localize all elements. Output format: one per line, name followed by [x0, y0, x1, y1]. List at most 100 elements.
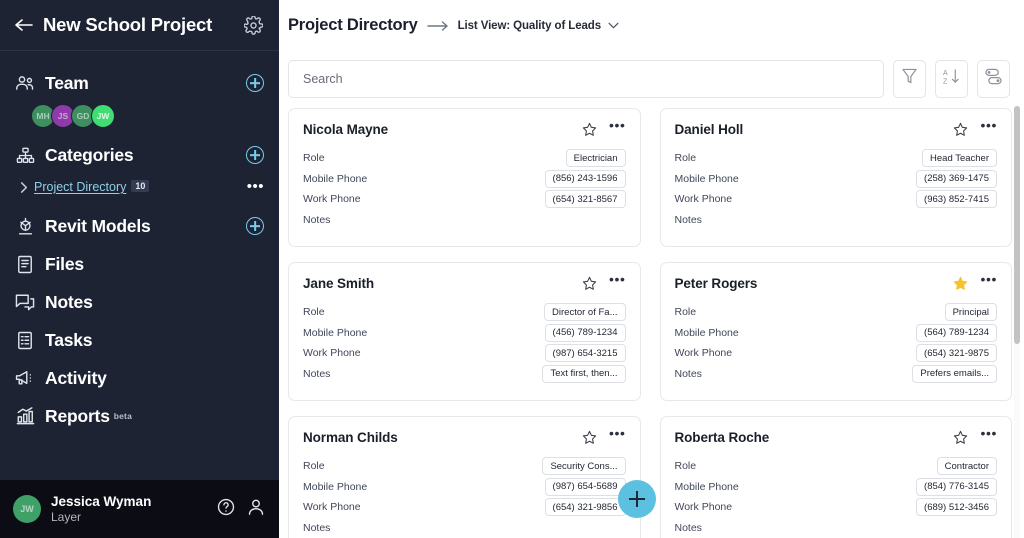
card-field: Role Electrician: [303, 148, 626, 169]
contact-card[interactable]: Nicola Mayne ••• Role Electrician Mobile…: [288, 108, 641, 247]
sidebar-item-reports[interactable]: Reports beta: [0, 397, 279, 435]
field-value[interactable]: (689) 512-3456: [916, 498, 997, 517]
sidebar-item-label: Notes: [45, 291, 93, 312]
add-category-button[interactable]: [246, 146, 264, 164]
field-value[interactable]: Electrician: [565, 149, 626, 168]
field-value[interactable]: Director of Fa...: [544, 303, 626, 322]
add-revit-model-button[interactable]: [246, 217, 264, 235]
current-user-info: Jessica Wyman Layer: [51, 494, 151, 525]
card-more-icon[interactable]: •••: [609, 118, 626, 132]
field-label: Role: [303, 306, 325, 319]
field-value[interactable]: (456) 789-1234: [544, 323, 626, 342]
chevron-down-icon[interactable]: [608, 22, 619, 29]
card-more-icon[interactable]: •••: [980, 426, 997, 440]
question-circle-icon[interactable]: [217, 498, 235, 521]
field-value[interactable]: Prefers emails...: [912, 364, 997, 383]
card-field: Role Security Cons...: [303, 456, 626, 477]
field-value[interactable]: (963) 852-7415: [916, 190, 997, 209]
field-value[interactable]: (258) 369-1475: [916, 169, 997, 188]
field-value[interactable]: Security Cons...: [542, 457, 626, 476]
arrow-right-icon: [426, 20, 449, 32]
sidebar-item-notes[interactable]: Notes: [0, 283, 279, 321]
sort-button[interactable]: AZ: [935, 59, 968, 98]
filter-button[interactable]: [893, 59, 926, 98]
arrow-left-icon[interactable]: [14, 15, 34, 35]
field-label: Work Phone: [303, 501, 361, 514]
field-value[interactable]: (654) 321-8567: [544, 190, 626, 209]
card-more-icon[interactable]: •••: [609, 426, 626, 440]
contact-card[interactable]: Peter Rogers ••• Role Principal Mobile P…: [659, 262, 1012, 401]
sidebar-item-label: Revit Models: [45, 215, 151, 236]
card-field: Notes: [303, 518, 626, 538]
funnel-icon: [902, 68, 917, 89]
cards-scroll-area[interactable]: Nicola Mayne ••• Role Electrician Mobile…: [279, 106, 1024, 538]
search-input[interactable]: [303, 71, 869, 86]
gear-icon[interactable]: [243, 14, 264, 35]
sidebar-header: New School Project: [0, 0, 279, 51]
category-link-label[interactable]: Project Directory: [34, 180, 126, 194]
footer-actions: [217, 498, 265, 521]
card-field: Notes Text first, then...: [303, 364, 626, 385]
scrollbar-thumb[interactable]: [1014, 106, 1020, 344]
display-settings-button[interactable]: [977, 59, 1010, 98]
file-icon: [14, 254, 36, 274]
list-view-label[interactable]: List View: Quality of Leads: [458, 20, 602, 32]
star-outline-icon[interactable]: [953, 430, 968, 445]
star-outline-icon[interactable]: [953, 122, 968, 137]
contact-card[interactable]: Jane Smith ••• Role Director of Fa... Mo…: [288, 262, 641, 401]
category-more-icon[interactable]: •••: [247, 179, 264, 194]
card-field: Work Phone (963) 852-7415: [675, 189, 997, 210]
field-value[interactable]: (564) 789-1234: [916, 323, 997, 342]
star-outline-icon[interactable]: [582, 122, 597, 137]
vertical-scrollbar[interactable]: [1014, 106, 1020, 538]
chevron-right-icon[interactable]: [20, 181, 34, 193]
star-outline-icon[interactable]: [582, 276, 597, 291]
sidebar-item-tasks[interactable]: Tasks: [0, 321, 279, 359]
contact-name: Nicola Mayne: [303, 122, 389, 137]
field-value[interactable]: Head Teacher: [922, 149, 997, 168]
search-field[interactable]: [288, 59, 884, 98]
star-filled-icon[interactable]: [953, 276, 968, 291]
add-contact-fab[interactable]: [618, 480, 656, 518]
field-value[interactable]: (987) 654-3215: [544, 344, 626, 363]
card-more-icon[interactable]: •••: [980, 272, 997, 286]
sidebar-item-categories[interactable]: Categories: [0, 136, 279, 174]
contact-name: Roberta Roche: [674, 430, 770, 445]
field-value[interactable]: Principal: [944, 303, 997, 322]
sidebar-item-files[interactable]: Files: [0, 245, 279, 283]
user-icon[interactable]: [247, 498, 265, 521]
sidebar-nav: Team MH JS GD JW Categories Project Dire…: [0, 51, 279, 480]
contact-card[interactable]: Daniel Holl ••• Role Head Teacher Mobile…: [659, 108, 1012, 247]
card-field: Notes: [303, 210, 626, 231]
contact-card[interactable]: Roberta Roche ••• Role Contractor Mobile…: [659, 416, 1012, 538]
sidebar-item-project-directory[interactable]: Project Directory 10 •••: [0, 174, 279, 200]
contact-name: Daniel Holl: [674, 122, 744, 137]
field-label: Mobile Phone: [303, 326, 368, 339]
field-value[interactable]: Contractor: [936, 457, 997, 476]
sitemap-icon: [14, 145, 36, 165]
avatar[interactable]: JW: [13, 495, 41, 523]
comment-icon: [14, 292, 36, 312]
avatar[interactable]: JW: [91, 104, 115, 128]
card-more-icon[interactable]: •••: [609, 272, 626, 286]
card-field: Role Principal: [675, 302, 997, 323]
sidebar-item-activity[interactable]: Activity: [0, 359, 279, 397]
field-value[interactable]: Text first, then...: [542, 364, 626, 383]
sidebar-item-team[interactable]: Team: [0, 64, 279, 102]
field-value[interactable]: (854) 776-3145: [916, 477, 997, 496]
card-field: Mobile Phone (456) 789-1234: [303, 323, 626, 344]
field-label: Role: [303, 460, 325, 473]
card-more-icon[interactable]: •••: [980, 118, 997, 132]
sidebar-footer: JW Jessica Wyman Layer: [0, 480, 279, 538]
sidebar-item-label: Files: [45, 253, 84, 274]
star-outline-icon[interactable]: [582, 430, 597, 445]
add-team-member-button[interactable]: [246, 74, 264, 92]
field-value[interactable]: (987) 654-5689: [544, 477, 626, 496]
card-field: Work Phone (654) 321-9856: [303, 497, 626, 518]
sidebar-item-revit-models[interactable]: Revit Models: [0, 207, 279, 245]
current-user-name: Jessica Wyman: [51, 493, 152, 509]
contact-card[interactable]: Norman Childs ••• Role Security Cons... …: [288, 416, 641, 538]
field-value[interactable]: (856) 243-1596: [544, 169, 626, 188]
field-value[interactable]: (654) 321-9875: [916, 344, 997, 363]
field-value[interactable]: (654) 321-9856: [544, 498, 626, 517]
